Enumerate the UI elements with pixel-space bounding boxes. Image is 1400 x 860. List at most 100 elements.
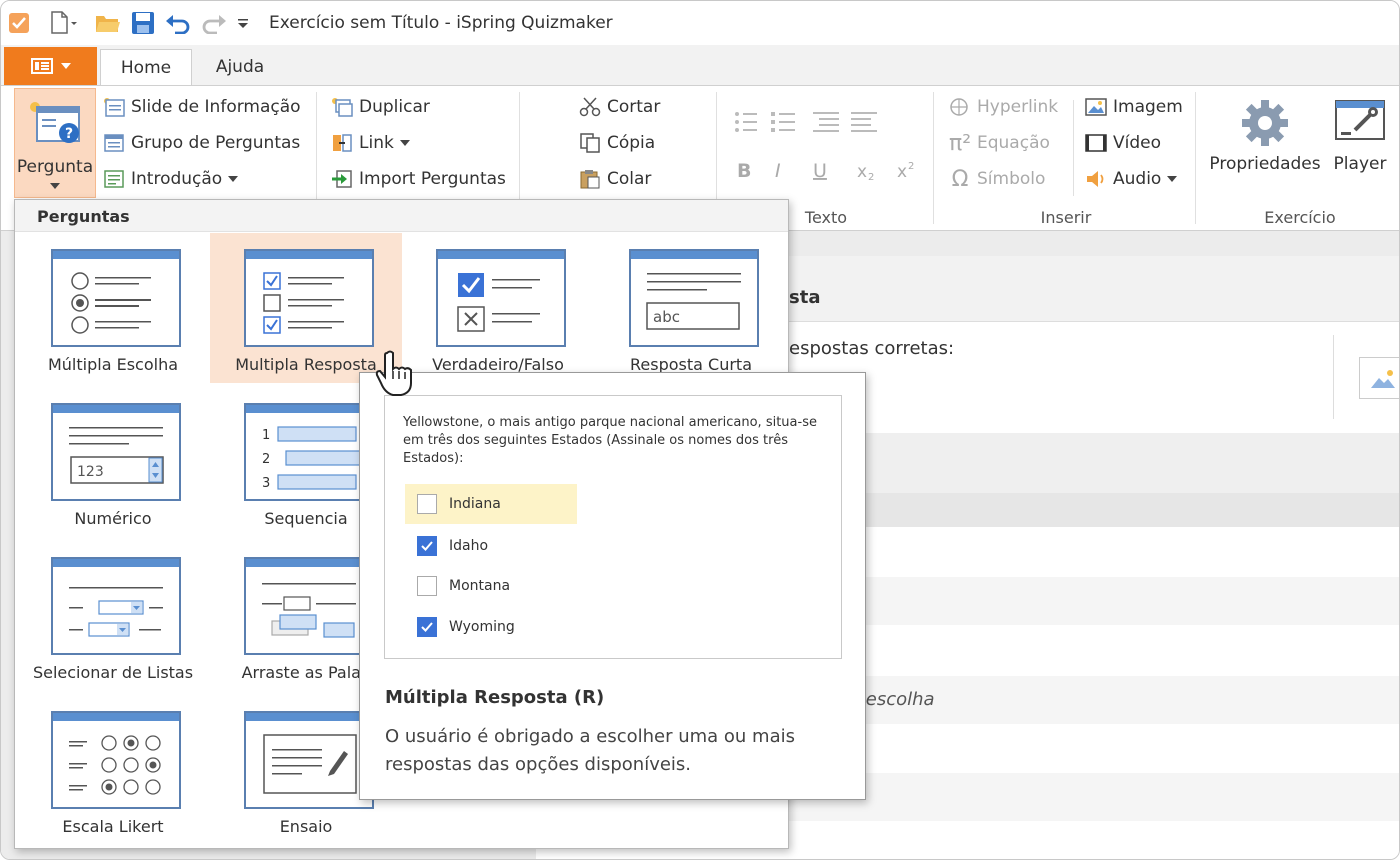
- svg-text:3: 3: [262, 476, 270, 491]
- multiple-choice-icon: [51, 249, 181, 347]
- ribbon-separator: [933, 92, 934, 224]
- equation-button[interactable]: π² Equação: [948, 130, 1050, 156]
- pergunta-button[interactable]: ? Pergunta: [14, 88, 96, 198]
- text-style-icons: B I U x2 x2: [737, 160, 914, 183]
- open-folder-icon[interactable]: [95, 11, 121, 35]
- app-logo-icon: [9, 11, 29, 35]
- numeric-icon: 123: [51, 403, 181, 501]
- chevron-down-icon: [50, 183, 60, 189]
- film-icon: [1085, 132, 1107, 154]
- app-window: Exercício sem Título - iSpring Quizmaker…: [0, 0, 1400, 860]
- svg-text:U: U: [813, 160, 827, 182]
- chevron-down-icon: [1167, 176, 1178, 182]
- import-icon: [331, 168, 353, 190]
- drag-words-icon: [244, 557, 374, 655]
- dropdown-header: Perguntas: [15, 200, 788, 232]
- undo-icon[interactable]: [165, 11, 191, 35]
- image-icon: [1371, 370, 1395, 388]
- svg-text:2: 2: [868, 172, 874, 183]
- duplicate-icon: [331, 96, 353, 118]
- svg-text:x: x: [857, 162, 867, 182]
- tab-home[interactable]: Home: [100, 49, 192, 85]
- add-image-button[interactable]: [1359, 357, 1399, 399]
- title-bar: Exercício sem Título - iSpring Quizmaker: [1, 1, 1399, 45]
- svg-text:B: B: [737, 160, 751, 182]
- duplicate-button[interactable]: Duplicar: [331, 96, 430, 118]
- player-settings-icon: [1335, 100, 1385, 140]
- gear-icon: [1242, 100, 1288, 146]
- sequence-icon: 1 2 3: [244, 403, 374, 501]
- likert-icon: [51, 711, 181, 809]
- copy-icon: [579, 132, 601, 154]
- numeric-sample: 123: [77, 464, 104, 480]
- short-answer-icon: abc: [629, 249, 759, 347]
- intro-icon: [103, 168, 125, 190]
- hyperlink-button[interactable]: Hyperlink: [949, 96, 1058, 118]
- checkbox-checked-icon: [417, 536, 437, 556]
- question-group-button[interactable]: Grupo de Perguntas: [103, 132, 300, 154]
- tooltip-description: O usuário é obrigado a escolher uma ou m…: [385, 726, 796, 775]
- video-button[interactable]: Vídeo: [1085, 132, 1161, 154]
- ribbon-separator: [1073, 100, 1074, 196]
- image-icon: [1085, 96, 1107, 118]
- question-group-icon: [103, 132, 125, 154]
- redo-icon[interactable]: [201, 11, 227, 35]
- hand-cursor-icon: [375, 350, 412, 396]
- image-button[interactable]: Imagem: [1085, 96, 1183, 118]
- intro-button[interactable]: Introdução: [103, 168, 239, 190]
- speaker-icon: [1085, 168, 1107, 190]
- svg-text:1: 1: [262, 428, 270, 443]
- question-type-numeric[interactable]: 123 Numérico: [17, 387, 209, 537]
- paste-button[interactable]: Colar: [579, 168, 651, 190]
- slide-info-button[interactable]: Slide de Informação: [103, 96, 301, 118]
- ribbon-separator: [1195, 92, 1196, 224]
- short-answer-sample: abc: [653, 308, 680, 326]
- link-icon: [331, 132, 353, 154]
- preview-option: Wyoming: [405, 607, 577, 647]
- svg-text:?: ?: [65, 126, 73, 142]
- tooltip-preview: Yellowstone, o mais antigo parque nacion…: [384, 395, 842, 659]
- question-type-select-from-lists[interactable]: Selecionar de Listas: [17, 541, 209, 691]
- question-type-likert[interactable]: Escala Likert: [17, 695, 209, 845]
- chevron-down-icon: [60, 63, 71, 69]
- properties-button[interactable]: Propriedades: [1207, 92, 1323, 202]
- group-label-inserir: Inserir: [1040, 208, 1092, 227]
- svg-text:x: x: [897, 162, 907, 182]
- pergunta-label: Pergunta: [16, 157, 94, 177]
- cut-button[interactable]: Cortar: [579, 96, 660, 118]
- menu-icon: [30, 58, 53, 74]
- ribbon-tabs: Home Ajuda: [1, 45, 1399, 85]
- save-icon[interactable]: [131, 11, 155, 35]
- file-menu-button[interactable]: [4, 47, 97, 85]
- svg-text:2: 2: [908, 161, 914, 172]
- divider: [1333, 335, 1334, 419]
- symbol-button[interactable]: Ω Símbolo: [949, 166, 1046, 192]
- new-file-icon[interactable]: [49, 11, 77, 35]
- list-format-icons: [735, 112, 877, 132]
- checkbox-checked-icon: [417, 617, 437, 637]
- svg-text:2: 2: [262, 452, 270, 467]
- tab-ajuda[interactable]: Ajuda: [197, 49, 283, 85]
- link-button[interactable]: Link: [331, 132, 410, 154]
- import-questions-button[interactable]: Import Perguntas: [331, 168, 506, 190]
- true-false-icon: [436, 249, 566, 347]
- pi-icon: π²: [948, 130, 972, 156]
- hyperlink-icon: [949, 96, 971, 118]
- question-type-short-answer[interactable]: abc Resposta Curta: [595, 233, 787, 383]
- tooltip-title: Múltipla Resposta (R): [385, 687, 605, 708]
- player-button[interactable]: Player: [1329, 92, 1391, 202]
- select-lists-icon: [51, 557, 181, 655]
- omega-icon: Ω: [951, 166, 969, 192]
- question-slide-icon: ?: [30, 102, 80, 143]
- copy-button[interactable]: Cópia: [579, 132, 655, 154]
- question-type-multiple-choice[interactable]: Múltipla Escolha: [17, 233, 209, 383]
- essay-icon: [244, 711, 374, 809]
- question-heading: sta: [789, 287, 821, 308]
- customize-toolbar-icon[interactable]: [237, 11, 249, 35]
- question-type-tooltip: Yellowstone, o mais antigo parque nacion…: [359, 372, 866, 800]
- question-type-true-false[interactable]: Verdadeiro/Falso: [402, 233, 594, 383]
- preview-question-text: Yellowstone, o mais antigo parque nacion…: [403, 415, 817, 466]
- preview-option: Indiana: [405, 484, 577, 524]
- audio-button[interactable]: Audio: [1085, 168, 1178, 190]
- checkbox-empty-icon: [417, 494, 437, 514]
